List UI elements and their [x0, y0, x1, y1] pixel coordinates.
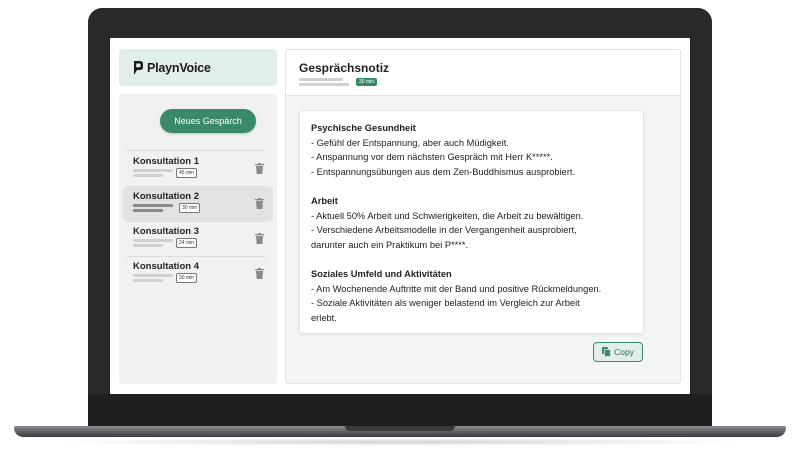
placeholder-bar: [133, 169, 173, 172]
trash-icon[interactable]: [255, 268, 264, 279]
conversation-title: Konsultation 4: [133, 261, 199, 272]
main-panel: Gesprächsnotiz 30 min Psychische Gesundh…: [285, 49, 681, 384]
note-line: - Aktuell 50% Arbeit und Schwierigkeiten…: [311, 210, 584, 221]
conversation-title: Konsultation 1: [133, 156, 199, 167]
laptop-notch: [345, 426, 455, 431]
placeholder-bar: [299, 78, 343, 81]
note-line: - Entspannungsübungen aus dem Zen-Buddhi…: [311, 166, 576, 177]
conversation-item-4[interactable]: Konsultation 4 30 min: [123, 257, 273, 291]
placeholder-bar: [133, 274, 173, 277]
trash-icon[interactable]: [255, 198, 264, 209]
laptop-chin: [88, 394, 712, 428]
note-card: Psychische Gesundheit - Gefühl der Entsp…: [299, 110, 644, 334]
section-heading: Soziales Umfeld und Aktivitäten: [311, 268, 452, 279]
placeholder-bar: [133, 204, 173, 207]
divider: [127, 150, 265, 151]
new-conversation-button[interactable]: Neues Gespärch: [160, 109, 256, 133]
duration-badge: 30 min: [179, 203, 201, 213]
copy-label: Copy: [614, 347, 634, 357]
playnvoice-logo-icon: [134, 60, 143, 75]
brand-header: PlaynVoice: [119, 49, 277, 86]
trash-icon[interactable]: [255, 163, 264, 174]
trash-icon[interactable]: [255, 233, 264, 244]
placeholder-bar: [133, 209, 163, 212]
placeholder-bar: [133, 244, 163, 247]
section-heading: Arbeit: [311, 195, 338, 206]
placeholder-bar: [133, 174, 163, 177]
conversation-item-3[interactable]: Konsultation 3 24 min: [123, 222, 273, 256]
app-screen: PlaynVoice Neues Gespärch Konsultation 1…: [110, 38, 690, 394]
conversation-title: Konsultation 2: [133, 191, 199, 202]
placeholder-bar: [299, 83, 349, 86]
laptop-shadow: [40, 438, 760, 446]
note-line: darunter auch ein Praktikum bei P****.: [311, 239, 469, 250]
copy-icon: [602, 347, 611, 357]
note-line: erlebt.: [311, 312, 337, 323]
conversation-title: Konsultation 3: [133, 226, 199, 237]
note-line: - Gefühl der Entspannung, aber auch Müdi…: [311, 137, 509, 148]
placeholder-bar: [133, 279, 163, 282]
note-line: - Am Wochenende Auftritte mit der Band u…: [311, 283, 602, 294]
note-line: - Soziale Aktivitäten als weniger belast…: [311, 298, 580, 309]
section-heading: Psychische Gesundheit: [311, 123, 416, 133]
duration-badge: 30 min: [356, 78, 378, 86]
placeholder-bar: [133, 239, 173, 242]
conversation-item-2[interactable]: Konsultation 2 30 min: [123, 187, 273, 221]
duration-badge: 30 min: [176, 273, 198, 283]
note-line: - Anspannung vor dem nächsten Gespräch m…: [311, 152, 553, 163]
note-line: - Verschiedene Arbeitsmodelle in der Ver…: [311, 225, 577, 236]
page-title: Gesprächsnotiz: [299, 61, 390, 75]
duration-badge: 24 min: [176, 238, 198, 248]
duration-badge: 45 min: [176, 168, 198, 178]
brand-name: PlaynVoice: [147, 60, 211, 75]
copy-button[interactable]: Copy: [593, 342, 643, 362]
main-header: Gesprächsnotiz 30 min: [286, 50, 680, 96]
conversation-item-1[interactable]: Konsultation 1 45 min: [123, 152, 273, 186]
sidebar: Neues Gespärch Konsultation 1 45 min Kon…: [119, 94, 277, 384]
